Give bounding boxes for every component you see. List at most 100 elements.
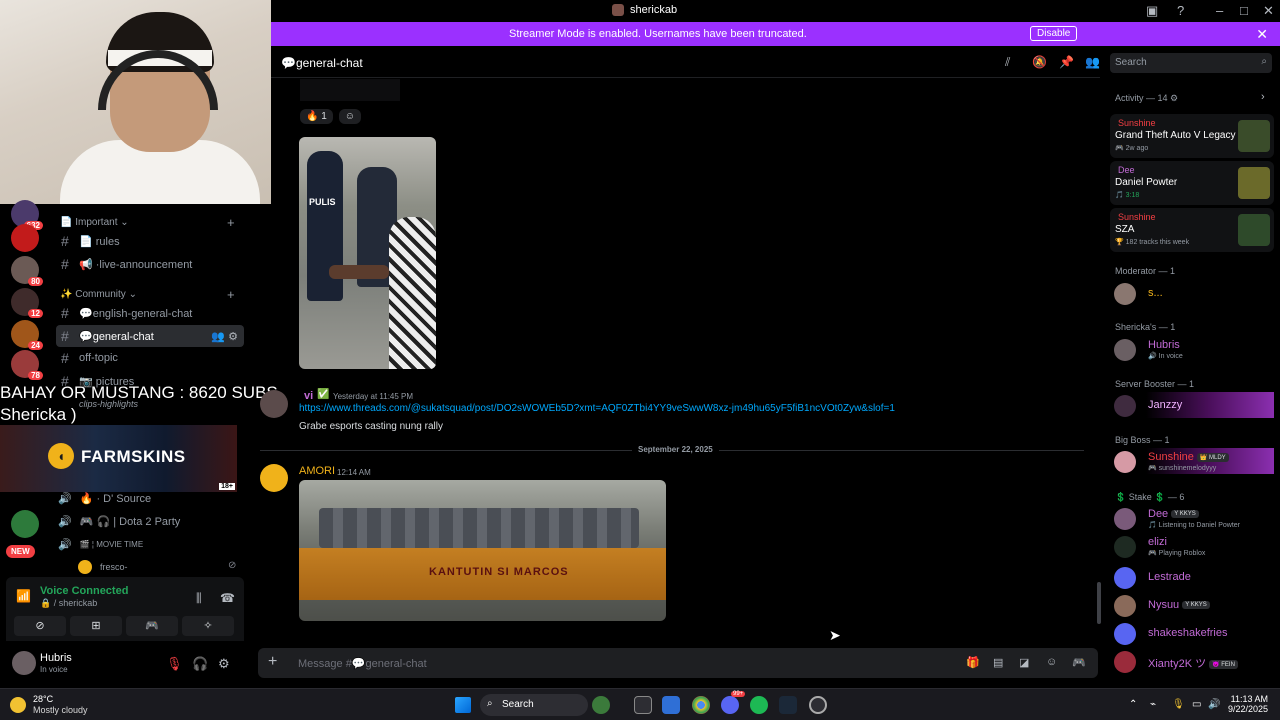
reaction-pill[interactable]: 🔥 1 [300,109,333,124]
pin-icon[interactable]: 📌 [1059,55,1074,69]
minimize-button[interactable]: – [1216,3,1223,18]
server-icon-3[interactable]: 80 [11,256,43,286]
camera-off-button[interactable]: ⊘ [14,616,66,636]
chrome-icon[interactable] [692,696,710,714]
message-author[interactable]: vi [304,390,313,402]
message-link[interactable]: https://www.threads.com/@sukatsquad/post… [299,403,895,414]
member-item[interactable]: Lestrade [1114,564,1274,590]
member-list-icon[interactable]: 👥 [1085,55,1100,69]
store-icon[interactable] [662,696,680,714]
member-item[interactable]: Janzzy [1114,392,1274,418]
voice-member-fresco[interactable]: fresco- [78,560,128,574]
server-icon-5[interactable]: 24 [11,320,43,350]
server-icon-2[interactable] [11,224,39,252]
screen-share-button[interactable]: ⊞ [70,616,122,636]
message-author[interactable]: AMORI [299,465,335,477]
voice-channel-movie-time[interactable]: 🔊 🎬 ¦ MOVIE TIME [58,538,143,551]
member-item[interactable]: Nysuu Y KKYS [1114,592,1274,618]
help-icon[interactable]: ? [1177,3,1184,18]
task-view-icon[interactable] [634,696,652,714]
clock[interactable]: 11:13 AM 9/22/2025 [1228,694,1268,714]
server-icon-7[interactable] [11,510,39,538]
sticker-icon[interactable]: ◪ [1019,656,1029,669]
microphone-muted-icon[interactable]: 🎙 [166,656,183,672]
member-avatar [78,560,92,574]
close-window-button[interactable]: ✕ [1263,3,1274,19]
start-button[interactable] [455,697,471,713]
voice-connected-panel: 📶 Voice Connected 🔒 / sherickab ⫼ ☎ ⊘ ⊞ … [6,577,244,641]
microphone-icon[interactable]: 🎙 [1172,699,1185,710]
channel-general-chat[interactable]: # 💬general-chat 👥 ⚙ [56,325,244,347]
hash-icon: # [61,233,69,249]
member-item[interactable]: Sunshine 👑 MLDY 🎮 sunshinemelodyyy [1114,448,1274,474]
gift-icon[interactable]: 🎁 [966,656,980,669]
voice-channel-dota-2-party[interactable]: 🔊 🎮 🎧 | Dota 2 Party [58,515,180,528]
search-icon: ⌕ [487,698,493,709]
member-item[interactable]: Xianty2K ツ 😈 FEIN [1114,648,1274,674]
headphones-icon[interactable]: 🎧 [192,656,208,672]
attach-plus-icon[interactable]: + [268,653,277,671]
add-channel-icon[interactable]: + [227,215,235,230]
channel-rules[interactable]: # 📄 rules [56,230,244,252]
soundboard-button[interactable]: ✧ [182,616,234,636]
chat-scrollbar[interactable] [1097,582,1101,624]
chevron-right-icon[interactable]: › [1261,91,1265,103]
streamer-mode-message: Streamer Mode is enabled. Usernames have… [509,28,807,40]
chevron-up-icon[interactable]: ⌃ [1129,699,1137,710]
disconnect-icon[interactable]: ☎ [220,591,235,605]
search-input[interactable]: Search ⌕ [1110,53,1272,73]
channel-live-announcement[interactable]: # 📢 ·live-announcement [56,253,244,275]
message-composer[interactable]: + Message #💬general-chat 🎁 ▤ ◪ ☺ 🎮 [258,648,1098,678]
spotify-icon[interactable] [750,696,768,714]
volume-icon[interactable]: 🔊 [1208,699,1220,710]
notifications-muted-icon[interactable]: 🔕 [1032,55,1047,69]
member-avatar [1114,339,1136,361]
user-avatar[interactable] [12,651,36,675]
discord-icon[interactable]: 99+ [721,691,746,714]
category-community[interactable]: ✨ Community ⌄ + [60,287,235,302]
voice-channel-d-source[interactable]: 🔊 🔥 · D' Source [58,492,151,505]
maximize-button[interactable]: □ [1240,3,1248,18]
member-item[interactable]: Dee Y KKYS 🎵 Listening to Daniel Powter [1114,505,1274,531]
game-thumbnail [1238,120,1270,152]
server-icon-4[interactable]: 12 [11,288,43,318]
app-icon[interactable] [809,696,827,714]
network-icon[interactable]: ⌁ [1150,699,1156,710]
disable-streamer-mode-button[interactable]: Disable [1030,26,1078,41]
server-icon-6[interactable]: 78 [11,350,43,380]
add-channel-icon[interactable]: + [227,287,235,302]
member-item[interactable]: s... [1114,280,1274,306]
inbox-icon[interactable]: ▣ [1146,3,1158,19]
message-author-avatar[interactable] [260,390,288,418]
steam-icon[interactable] [779,696,797,714]
member-item[interactable]: shakeshakefries [1114,620,1274,646]
category-important[interactable]: 📄 Important ⌄ + [60,215,235,230]
taskbar-search[interactable]: ⌕ Search [480,694,588,716]
channel-settings-icon[interactable]: 👥 ⚙ [211,330,238,343]
gear-icon[interactable]: ⚙ [218,656,230,672]
noise-suppression-icon[interactable]: ⫼ [196,591,202,606]
activity-card[interactable]: Sunshine Grand Theft Auto V Legacy 🎮 2w … [1110,114,1274,158]
channel-off-topic[interactable]: # off-topic [56,347,244,369]
gif-icon[interactable]: ▤ [993,656,1003,669]
activity-button[interactable]: 🎮 [126,616,178,636]
channel-english-general-chat[interactable]: # 💬english-general-chat [56,302,244,324]
activity-card[interactable]: Sunshine SZA 🏆 182 tracks this week [1110,208,1274,252]
message-image-2[interactable]: KANTUTIN SI MARCOS [299,480,666,621]
add-reaction-icon[interactable]: ☺ [338,109,362,124]
stream-goal-overlay: BAHAY OR MUSTANG : 8620 SUBS [0,383,278,402]
emoji-icon[interactable]: ☺ [1046,656,1057,668]
activity-card[interactable]: Dee Daniel Powter 🎵 3:18 [1110,161,1274,205]
message-author-avatar[interactable] [260,464,288,492]
member-avatar [1114,623,1136,645]
hash-icon: # [61,256,69,272]
apps-icon[interactable]: 🎮 [1072,656,1086,669]
member-item[interactable]: Hubris 🔊 In voice [1114,336,1274,362]
widgets-icon[interactable] [592,696,610,714]
close-icon[interactable]: ✕ [1256,26,1268,43]
message-image-1[interactable]: PULIS [299,137,436,369]
album-thumbnail [1238,214,1270,246]
display-icon[interactable]: ▭ [1192,699,1201,710]
threads-icon[interactable]: ⫽ [1005,55,1010,70]
member-item[interactable]: elizi 🎮 Playing Roblox [1114,533,1274,559]
